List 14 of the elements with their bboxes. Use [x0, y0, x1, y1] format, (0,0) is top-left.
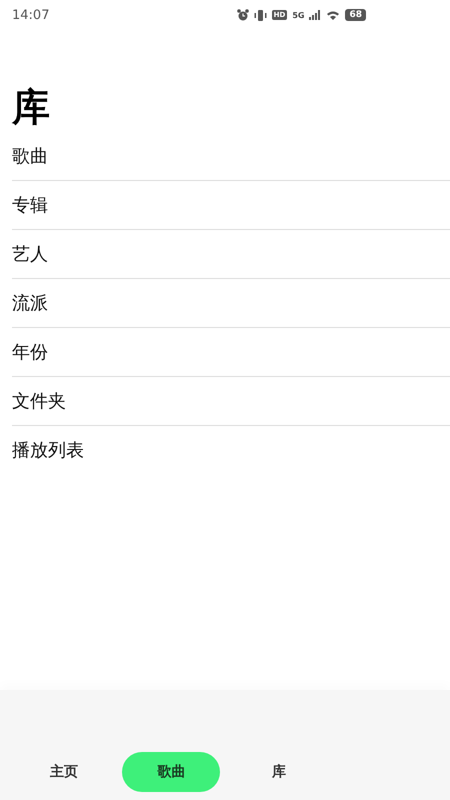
- library-item[interactable]: 歌曲: [12, 132, 450, 181]
- library-item[interactable]: 流派: [12, 279, 450, 328]
- nav-tab[interactable]: 主页: [42, 752, 86, 792]
- library-item[interactable]: 年份: [12, 328, 450, 377]
- network-label: 5G: [292, 10, 304, 20]
- nav-tab[interactable]: 歌曲: [122, 752, 220, 792]
- library-item[interactable]: 艺人: [12, 230, 450, 279]
- library-item[interactable]: 文件夹: [12, 377, 450, 426]
- battery-icon: 68: [345, 9, 366, 21]
- nav-tab[interactable]: 库: [264, 752, 294, 792]
- time: 14:07: [12, 8, 50, 22]
- library-item[interactable]: 专辑: [12, 181, 450, 230]
- library-item[interactable]: 播放列表: [12, 426, 450, 474]
- page-title: 库: [12, 84, 51, 131]
